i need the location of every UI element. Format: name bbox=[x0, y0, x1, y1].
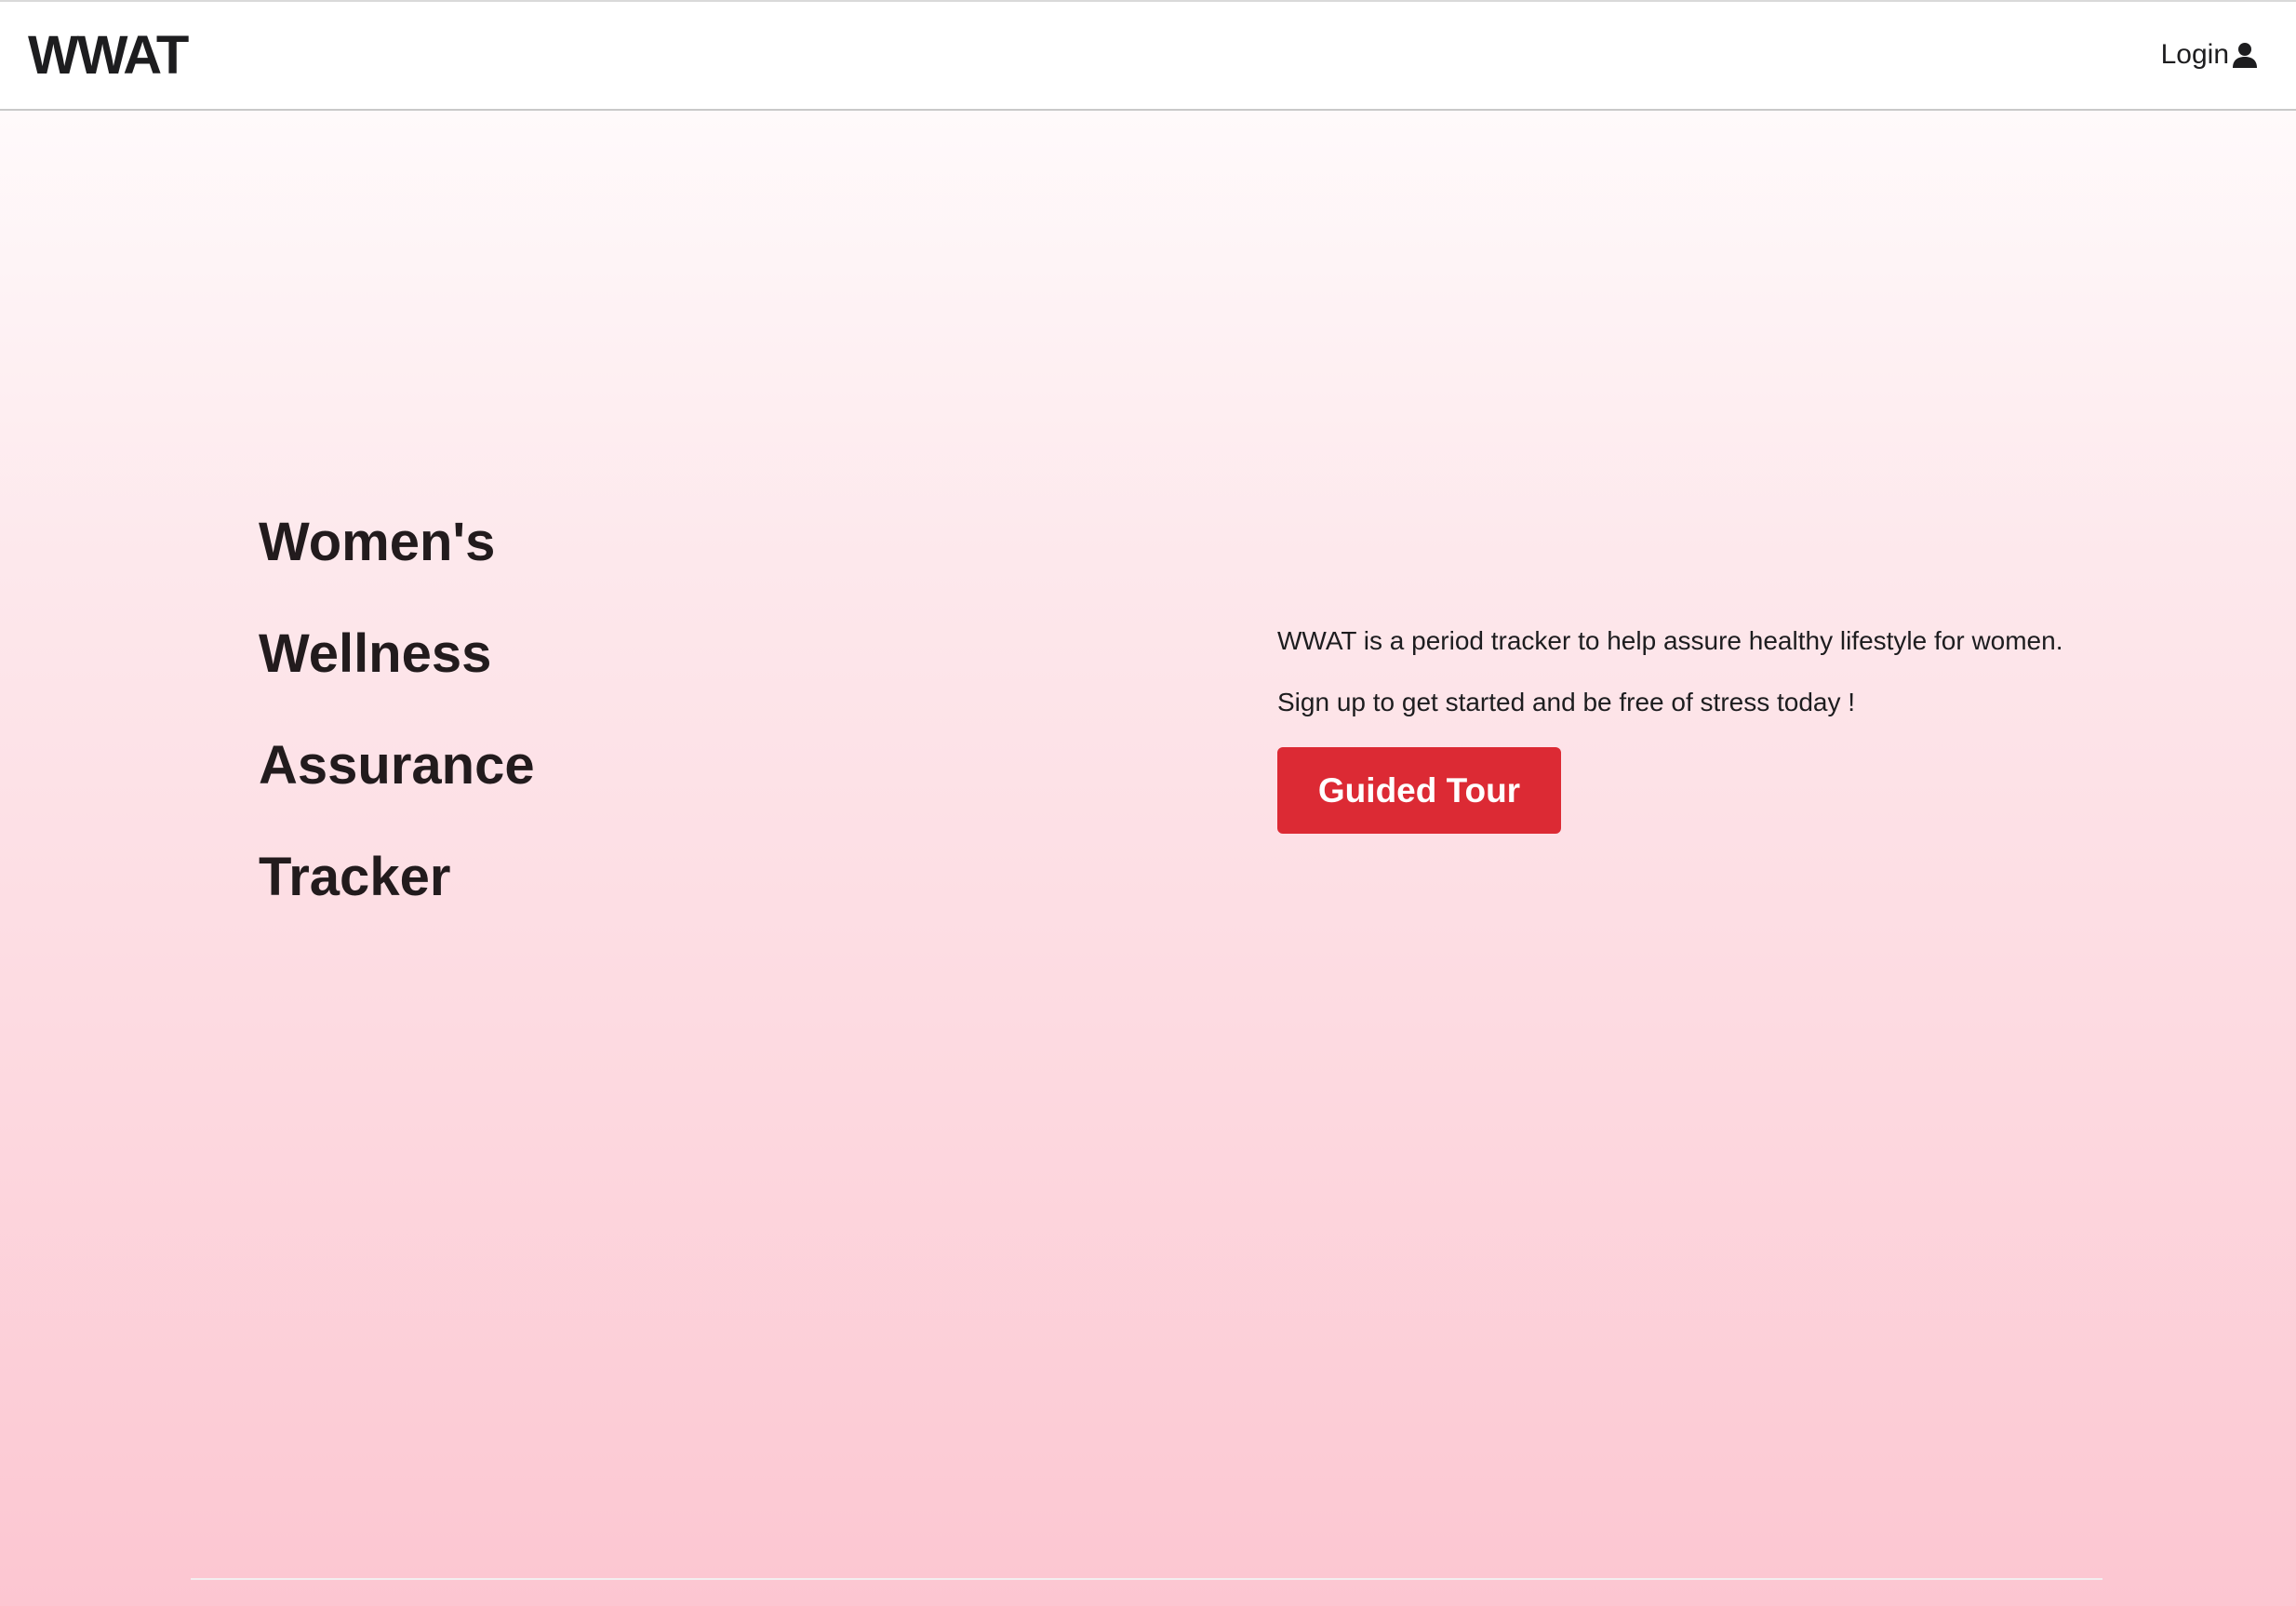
heading-word-assurance: Assurance bbox=[259, 735, 535, 796]
hero-heading: Women's Wellness Assurance Tracker bbox=[259, 511, 535, 957]
intro-tagline: Sign up to get started and be free of st… bbox=[1277, 688, 1856, 716]
guided-tour-button[interactable]: Guided Tour bbox=[1277, 747, 1561, 834]
hero-section: Women's Wellness Assurance Tracker WWAT … bbox=[0, 111, 2296, 1606]
heading-word-wellness: Wellness bbox=[259, 623, 492, 684]
footer-divider bbox=[191, 1578, 2102, 1580]
login-label: Login bbox=[2160, 39, 2229, 70]
intro-panel: WWAT is a period tracker to help assure … bbox=[1277, 624, 2208, 834]
heading-word-tracker: Tracker bbox=[259, 847, 451, 907]
login-link[interactable]: Login bbox=[2161, 37, 2259, 73]
top-navbar: WWAT Login bbox=[0, 0, 2296, 111]
user-icon bbox=[2233, 43, 2257, 68]
brand-logo[interactable]: WWAT bbox=[28, 24, 189, 87]
intro-description: WWAT is a period tracker to help assure … bbox=[1277, 626, 2063, 655]
heading-word-womens: Women's bbox=[259, 512, 496, 572]
